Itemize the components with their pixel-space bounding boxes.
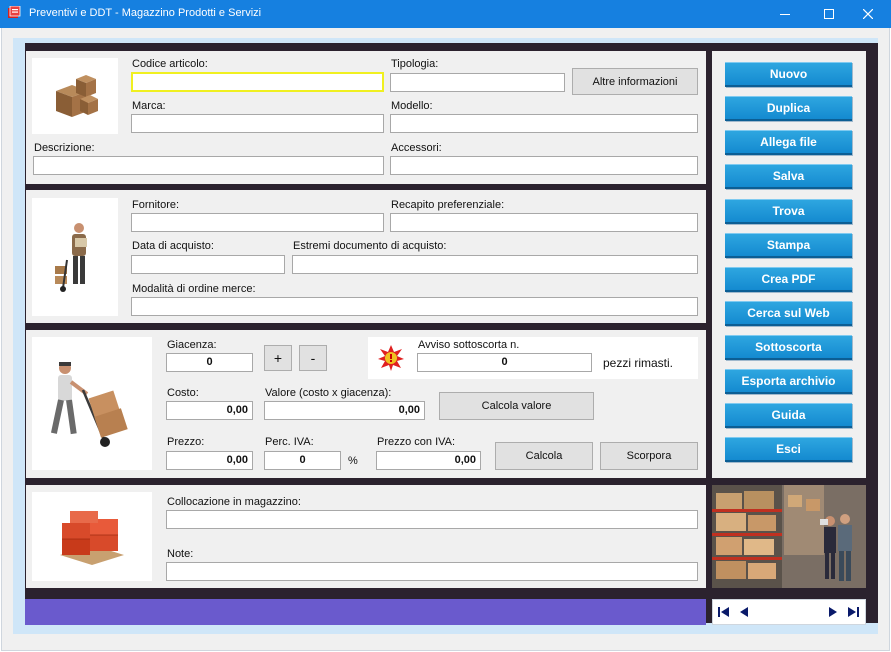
alert-icon — [378, 345, 404, 371]
close-icon — [863, 9, 873, 19]
descrizione-input[interactable] — [33, 156, 384, 175]
valore-input[interactable]: 0,00 — [264, 401, 425, 420]
last-record-button[interactable] — [846, 605, 860, 619]
status-bar — [25, 599, 706, 625]
supplier-section: Fornitore: Recapito preferenziale: Data … — [26, 190, 706, 323]
boxes-icon — [56, 75, 98, 117]
courier-icon — [55, 223, 87, 292]
action-sidebar: Nuovo Duplica Allega file Salva Trova St… — [712, 51, 866, 478]
stampa-button[interactable]: Stampa — [725, 233, 852, 258]
accessori-input[interactable] — [390, 156, 698, 175]
decrease-button[interactable]: - — [299, 345, 327, 371]
window-title: Preventivi e DDT - Magazzino Prodotti e … — [29, 7, 262, 19]
salva-button[interactable]: Salva — [725, 164, 852, 189]
cerca-web-button[interactable]: Cerca sul Web — [725, 301, 852, 326]
codice-label: Codice articolo: — [132, 58, 208, 70]
avviso-label: Avviso sottoscorta n. — [418, 339, 520, 351]
last-icon — [848, 607, 859, 617]
fornitore-label: Fornitore: — [132, 199, 180, 211]
giacenza-input[interactable]: 0 — [166, 353, 253, 372]
crea-pdf-button[interactable]: Crea PDF — [725, 267, 852, 292]
sottoscorta-button[interactable]: Sottoscorta — [725, 335, 852, 360]
minimize-button[interactable] — [762, 0, 808, 28]
record-navigation — [712, 599, 866, 625]
previous-icon — [740, 607, 748, 617]
descrizione-label: Descrizione: — [34, 142, 95, 154]
client-area: Codice articolo: Tipologia: Altre inform… — [1, 28, 890, 651]
next-record-button[interactable] — [826, 605, 840, 619]
codice-articolo-input[interactable] — [131, 72, 384, 92]
courier-image — [32, 198, 118, 316]
modalita-label: Modalità di ordine merce: — [132, 283, 256, 295]
sottoscorta-warning-box: Avviso sottoscorta n. 0 pezzi rimasti. — [368, 337, 698, 379]
duplica-button[interactable]: Duplica — [725, 96, 852, 121]
esporta-archivio-button[interactable]: Esporta archivio — [725, 369, 852, 394]
avviso-input[interactable]: 0 — [417, 353, 592, 372]
first-icon — [718, 607, 729, 617]
estremi-input[interactable] — [292, 255, 698, 274]
app-icon — [8, 6, 21, 18]
calcola-valore-button[interactable]: Calcola valore — [439, 392, 594, 420]
calcola-button[interactable]: Calcola — [495, 442, 593, 470]
iva-input[interactable]: 0 — [264, 451, 341, 470]
modello-input[interactable] — [390, 114, 698, 133]
warehouse-illustration — [712, 485, 866, 588]
accessori-label: Accessori: — [391, 142, 442, 154]
prezzo-iva-label: Prezzo con IVA: — [377, 436, 456, 448]
collocazione-label: Collocazione in magazzino: — [167, 496, 301, 508]
note-input[interactable] — [166, 562, 698, 581]
prezzo-iva-input[interactable]: 0,00 — [376, 451, 481, 470]
pezzi-label: pezzi rimasti. — [603, 356, 674, 370]
data-acquisto-input[interactable] — [131, 255, 285, 274]
modalita-input[interactable] — [131, 297, 698, 316]
iva-label: Perc. IVA: — [265, 436, 314, 448]
esci-button[interactable]: Esci — [725, 437, 852, 462]
handtruck-icon — [50, 361, 128, 447]
valore-label: Valore (costo x giacenza): — [265, 387, 392, 399]
tipologia-input[interactable] — [390, 73, 565, 92]
scorpora-button[interactable]: Scorpora — [600, 442, 698, 470]
fornitore-input[interactable] — [131, 213, 384, 232]
marca-input[interactable] — [131, 114, 384, 133]
maximize-icon — [824, 9, 834, 19]
title-bar[interactable]: Preventivi e DDT - Magazzino Prodotti e … — [0, 0, 891, 28]
location-section: Collocazione in magazzino: Note: — [26, 485, 706, 588]
data-acquisto-label: Data di acquisto: — [132, 240, 214, 252]
note-label: Note: — [167, 548, 194, 560]
recapito-input[interactable] — [390, 213, 698, 232]
marca-label: Marca: — [132, 100, 166, 112]
increase-button[interactable]: + — [264, 345, 292, 371]
handtruck-image — [32, 337, 152, 470]
recapito-label: Recapito preferenziale: — [391, 199, 505, 211]
costo-label: Costo: — [167, 387, 199, 399]
pallet-image — [32, 492, 152, 581]
prezzo-label: Prezzo: — [167, 436, 205, 448]
modello-label: Modello: — [391, 100, 433, 112]
guida-button[interactable]: Guida — [725, 403, 852, 428]
altre-informazioni-button[interactable]: Altre informazioni — [572, 68, 698, 95]
costo-input[interactable]: 0,00 — [166, 401, 253, 420]
boxes-image — [32, 58, 118, 134]
collocazione-input[interactable] — [166, 510, 698, 529]
previous-record-button[interactable] — [737, 605, 751, 619]
percent-label: % — [348, 455, 358, 467]
close-button[interactable] — [845, 0, 891, 28]
article-section: Codice articolo: Tipologia: Altre inform… — [26, 51, 706, 184]
minimize-icon — [780, 14, 790, 15]
pallet-icon — [60, 510, 124, 565]
next-icon — [829, 607, 837, 617]
stock-section: Giacenza: 0 + - Avviso sottoscorta n. 0 … — [26, 330, 706, 478]
nuovo-button[interactable]: Nuovo — [725, 62, 852, 87]
trova-button[interactable]: Trova — [725, 199, 852, 224]
tipologia-label: Tipologia: — [391, 58, 439, 70]
first-record-button[interactable] — [717, 605, 731, 619]
warehouse-photo — [712, 485, 866, 588]
giacenza-label: Giacenza: — [167, 339, 217, 351]
allega-file-button[interactable]: Allega file — [725, 130, 852, 155]
prezzo-input[interactable]: 0,00 — [166, 451, 253, 470]
estremi-label: Estremi documento di acquisto: — [293, 240, 447, 252]
